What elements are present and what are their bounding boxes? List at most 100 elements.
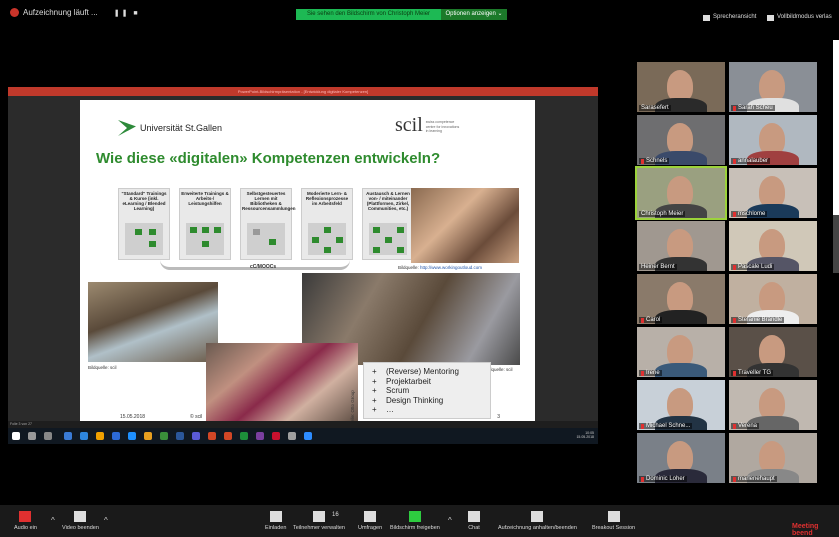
explorer-icon[interactable] [96, 432, 104, 440]
participants-button[interactable]: Teilnehmer verwalten [293, 511, 345, 531]
participant-name: annalauber [731, 158, 771, 164]
scil-subtitle: swiss competence centre for innovations … [425, 120, 460, 133]
chevron-up-icon[interactable]: ^ [104, 516, 108, 525]
mic-muted-icon [641, 370, 644, 376]
exit-fullscreen-button[interactable]: Vollbildmodus verlas [767, 12, 832, 23]
participant-tile[interactable]: Christoph Meier [635, 166, 727, 220]
hsg-name: Universität St.Gallen [140, 123, 223, 133]
mic-muted-icon [733, 264, 736, 270]
scil-wordmark: scil [395, 114, 423, 136]
participant-tile[interactable]: Traveller TG [729, 327, 817, 377]
hsg-logo-icon [118, 120, 136, 136]
share-banner: Sie sehen den Bildschirm von Christoph M… [296, 9, 441, 20]
breakout-label: Breakout Session [592, 525, 636, 531]
excel-icon[interactable] [240, 432, 248, 440]
breakout-button[interactable]: Breakout Session [592, 511, 635, 531]
share-screen-button[interactable]: Bildschirm freigeben [390, 511, 440, 531]
participant-name: Pascale Ludi [731, 264, 775, 270]
app-icon[interactable] [224, 432, 232, 440]
methods-list: + (Reverse) Mentoring + Projektarbeit + Scr… [363, 362, 491, 419]
chevron-up-icon[interactable]: ^ [448, 516, 452, 525]
chrome-icon[interactable] [144, 432, 152, 440]
mic-muted-icon [641, 423, 644, 429]
participant-tile[interactable]: Verena [729, 380, 817, 430]
shield-icon[interactable] [64, 432, 72, 440]
camera-icon [74, 511, 87, 522]
task-view-icon[interactable] [44, 432, 52, 440]
audio-button[interactable]: Audio ein [14, 511, 37, 531]
format-label: Moderierte Lern- & Reflexionsprozesse im… [305, 191, 349, 206]
zoom-icon[interactable] [304, 432, 312, 440]
slide-heading: Wie diese «digitalen» Kompetenzen entwic… [96, 150, 441, 167]
participant-name: Christoph Meier [639, 211, 686, 217]
participant-tile[interactable]: Sarasefert [637, 62, 725, 112]
app-icon[interactable] [160, 432, 168, 440]
share-label: Bildschirm freigeben [390, 525, 440, 531]
recording-icon [10, 8, 19, 17]
participant-tile[interactable]: Pascale Ludi [729, 221, 817, 271]
workshop-photo [88, 282, 218, 362]
chevron-up-icon[interactable]: ^ [51, 516, 55, 525]
mic-muted-icon [733, 370, 736, 376]
format-label: Selbstgesteuertes Lernen mit Bibliotheke… [242, 191, 296, 211]
pause-stop-icon [531, 511, 544, 522]
acrobat-icon[interactable] [272, 432, 280, 440]
participant-tile[interactable]: mschlome [729, 168, 817, 218]
format-label: Erweiterte Trainings & Arbeits-/ Leistun… [181, 191, 229, 206]
participant-tile[interactable]: Stefanie Brändle [729, 274, 817, 324]
view-options-button[interactable]: Optionen anzeigen ⌄ [441, 9, 507, 20]
caption-top-link: http://www.workingoutloud.com [420, 265, 483, 270]
participant-tile[interactable]: Michael Schne... [637, 380, 725, 430]
participant-tile[interactable]: Carol [637, 274, 725, 324]
ppt-window-title: PowerPoint-Bildschirmpräsentation - [Ent… [8, 87, 598, 96]
app-icon[interactable] [192, 432, 200, 440]
word-icon[interactable] [176, 432, 184, 440]
participant-name: Carol [639, 317, 663, 323]
participant-tile[interactable]: Irene [637, 327, 725, 377]
chat-label: Chat [468, 525, 480, 531]
workingoutloud-photo [411, 188, 519, 263]
participant-tile[interactable]: Schnels [637, 115, 725, 165]
search-icon[interactable] [28, 432, 36, 440]
audio-label: Audio ein [14, 525, 37, 531]
share-screen-icon [408, 511, 421, 522]
recording-label: Aufzeichnung anhalten/beenden [498, 525, 577, 531]
windows-start-icon[interactable] [12, 432, 20, 440]
participant-tile[interactable]: annalauber [729, 115, 817, 165]
invite-button[interactable]: Einladen [265, 511, 286, 531]
participant-name: Traveller TG [731, 370, 774, 376]
onedrive-icon[interactable] [112, 432, 120, 440]
participant-video [655, 363, 707, 377]
participant-tile[interactable]: marlenehaupt [729, 433, 817, 483]
onenote-icon[interactable] [256, 432, 264, 440]
library-illustration [247, 223, 285, 255]
powerpoint-icon[interactable] [208, 432, 216, 440]
mic-muted-icon [19, 511, 32, 522]
recording-pause-stop-button[interactable]: ❚❚ ■ [114, 9, 140, 17]
mail-icon[interactable] [80, 432, 88, 440]
participant-tile[interactable]: Dominic Loher [637, 433, 725, 483]
participant-tile[interactable]: Heiner Bernt [637, 221, 725, 271]
video-label: Video beenden [62, 525, 99, 531]
end-meeting-button[interactable]: Meeting beend [792, 523, 839, 537]
meeting-controls: Audio ein ^ Video beenden ^ Einladen 16 … [0, 505, 839, 537]
participant-name: marlenehaupt [731, 476, 777, 482]
format-label: Austausch & Lernen von- / miteinander (P… [366, 191, 410, 211]
taskbar-clock: 10:05 15.05.2018 [576, 431, 594, 439]
polls-icon [364, 511, 377, 522]
edge-icon[interactable] [128, 432, 136, 440]
video-button[interactable]: Video beenden [62, 511, 99, 531]
mooc-label: cC/MOOCs [250, 264, 277, 270]
chat-button[interactable]: Chat [468, 511, 480, 531]
participants-icon [312, 511, 325, 522]
mic-muted-icon [733, 105, 736, 111]
recording-button[interactable]: Aufzeichnung anhalten/beenden [498, 511, 577, 531]
side-panel-edge [833, 40, 839, 215]
fullscreen-icon [767, 14, 774, 21]
participant-name: Verena [731, 423, 760, 429]
breakout-icon [607, 511, 620, 522]
participant-tile[interactable]: Sarah Scheu [729, 62, 817, 112]
speaker-view-button[interactable]: Sprecheransicht [703, 12, 756, 23]
app-icon[interactable] [288, 432, 296, 440]
polls-button[interactable]: Umfragen [358, 511, 382, 531]
